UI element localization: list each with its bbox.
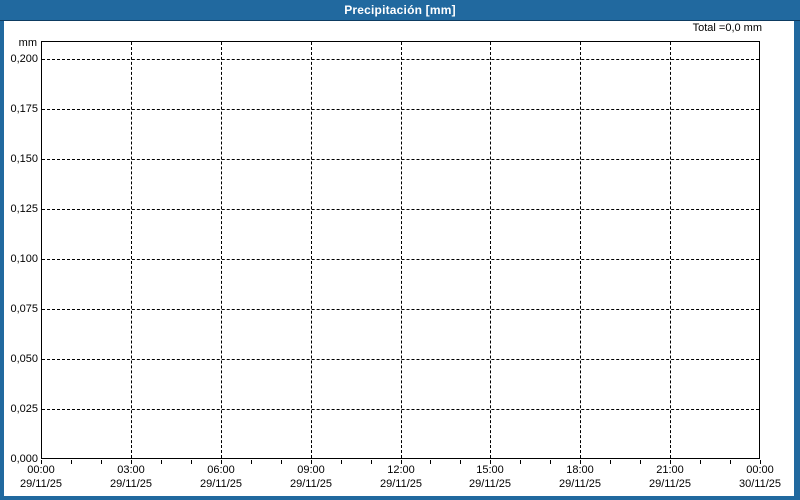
window-title: Precipitación [mm] — [344, 3, 456, 17]
x-axis-time-label: 09:00 — [297, 464, 325, 476]
x-gridline — [670, 42, 671, 458]
x-axis-time-label: 15:00 — [476, 464, 504, 476]
x-axis-date-label: 29/11/25 — [109, 478, 152, 490]
x-axis-time-label: 06:00 — [207, 464, 235, 476]
y-axis-tick-label: 0,075 — [10, 303, 38, 315]
x-axis-tick — [610, 460, 611, 464]
x-axis-date-label: 29/11/25 — [289, 478, 332, 490]
x-gridline — [490, 42, 491, 458]
y-axis-unit-label: mm — [18, 37, 37, 49]
x-axis-tick — [341, 460, 342, 464]
x-axis-time-label: 12:00 — [387, 464, 415, 476]
y-axis-tick-label: 0,150 — [10, 153, 38, 165]
x-gridline — [221, 42, 222, 458]
y-axis-tick-label: 0,175 — [10, 103, 38, 115]
x-axis-tick — [131, 460, 132, 464]
x-axis-date-label: 29/11/25 — [19, 478, 62, 490]
total-annotation: Total =0,0 mm — [692, 22, 762, 34]
y-axis-tick-label: 0,100 — [10, 253, 38, 265]
x-axis-date-label: 29/11/25 — [648, 478, 691, 490]
x-gridline — [580, 42, 581, 458]
x-axis-tick — [191, 460, 192, 464]
x-axis-tick — [730, 460, 731, 464]
x-axis-time-label: 21:00 — [656, 464, 684, 476]
x-axis-time-label: 00:00 — [746, 464, 774, 476]
x-axis-tick — [371, 460, 372, 464]
x-axis-time-label: 03:00 — [117, 464, 145, 476]
x-axis-date-label: 29/11/25 — [468, 478, 511, 490]
x-axis-tick — [490, 460, 491, 464]
x-axis-date-label: 29/11/25 — [379, 478, 422, 490]
x-axis-date-label: 30/11/25 — [738, 478, 781, 490]
x-axis-tick — [401, 460, 402, 464]
window-frame: Precipitación [mm] Total =0,0 mm mm 0,20… — [0, 0, 800, 500]
x-axis-tick — [161, 460, 162, 464]
x-axis-tick — [281, 460, 282, 464]
y-axis-tick-label: 0,200 — [10, 53, 38, 65]
window-title-bar: Precipitación [mm] — [0, 0, 800, 21]
x-gridline — [401, 42, 402, 458]
x-axis-tick — [760, 460, 761, 464]
x-axis-tick — [430, 460, 431, 464]
x-axis-tick — [311, 460, 312, 464]
x-axis-tick — [251, 460, 252, 464]
x-axis-tick — [460, 460, 461, 464]
x-axis-tick — [101, 460, 102, 464]
y-axis-tick-label: 0,050 — [10, 353, 38, 365]
x-axis-tick — [41, 460, 42, 464]
y-axis-tick-label: 0,025 — [10, 403, 38, 415]
x-axis-tick — [550, 460, 551, 464]
x-axis-date-label: 29/11/25 — [558, 478, 601, 490]
x-axis-time-label: 00:00 — [27, 464, 55, 476]
x-axis-tick — [580, 460, 581, 464]
x-axis-tick — [520, 460, 521, 464]
x-axis-tick — [221, 460, 222, 464]
x-gridline — [311, 42, 312, 458]
x-axis-tick — [670, 460, 671, 464]
x-axis-tick — [640, 460, 641, 464]
x-axis-tick — [71, 460, 72, 464]
x-axis-tick — [700, 460, 701, 464]
x-gridline — [131, 42, 132, 458]
x-axis-time-label: 18:00 — [566, 464, 594, 476]
y-axis-tick-label: 0,125 — [10, 203, 38, 215]
x-axis-date-label: 29/11/25 — [199, 478, 242, 490]
